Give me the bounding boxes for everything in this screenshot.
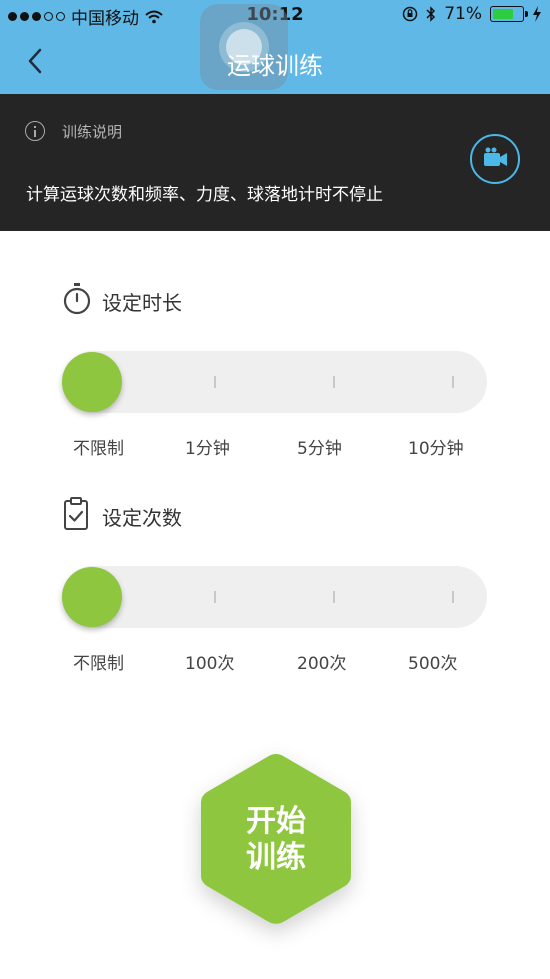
duration-slider[interactable] bbox=[62, 351, 487, 413]
info-icon bbox=[25, 121, 45, 141]
stopwatch-icon bbox=[63, 283, 91, 315]
duration-slider-knob[interactable] bbox=[62, 352, 122, 412]
slider-tick bbox=[333, 376, 335, 388]
count-slider-knob[interactable] bbox=[62, 567, 122, 627]
slider-tick bbox=[452, 376, 454, 388]
duration-title: 设定时长 bbox=[102, 291, 182, 315]
count-option-200[interactable]: 200次 bbox=[297, 649, 346, 674]
battery-icon bbox=[490, 6, 528, 22]
info-description: 计算运球次数和频率、力度、球落地计时不停止 bbox=[26, 185, 383, 205]
charging-bolt-icon bbox=[533, 6, 541, 22]
slider-tick bbox=[452, 591, 454, 603]
video-camera-icon bbox=[484, 147, 507, 166]
start-label-line2: 训练 bbox=[246, 840, 306, 875]
bluetooth-icon bbox=[426, 6, 436, 22]
clipboard-check-icon bbox=[64, 497, 88, 530]
slider-tick bbox=[214, 376, 216, 388]
start-training-button[interactable]: 开始 训练 bbox=[199, 752, 353, 926]
count-option-100[interactable]: 100次 bbox=[185, 649, 234, 674]
count-slider[interactable] bbox=[62, 566, 487, 628]
duration-option-10min[interactable]: 10分钟 bbox=[408, 434, 464, 459]
count-title: 设定次数 bbox=[102, 506, 182, 530]
battery-percent: 71% bbox=[444, 4, 482, 24]
slider-tick bbox=[333, 591, 335, 603]
count-option-unlimited[interactable]: 不限制 bbox=[73, 649, 124, 674]
slider-tick bbox=[214, 591, 216, 603]
page-title: 运球训练 bbox=[227, 52, 323, 80]
duration-option-unlimited[interactable]: 不限制 bbox=[73, 434, 124, 459]
start-label-line1: 开始 bbox=[246, 804, 306, 839]
duration-option-1min[interactable]: 1分钟 bbox=[185, 434, 230, 459]
battery-fill bbox=[493, 9, 513, 19]
info-label: 训练说明 bbox=[62, 123, 123, 141]
training-info-panel bbox=[0, 94, 550, 231]
video-button[interactable] bbox=[470, 134, 520, 184]
rotation-lock-icon bbox=[402, 6, 418, 22]
header: 中国移动 10:12 71% 运球训练 bbox=[0, 0, 550, 94]
duration-option-5min[interactable]: 5分钟 bbox=[297, 434, 342, 459]
count-option-500[interactable]: 500次 bbox=[408, 649, 457, 674]
status-right: 71% bbox=[402, 4, 542, 24]
